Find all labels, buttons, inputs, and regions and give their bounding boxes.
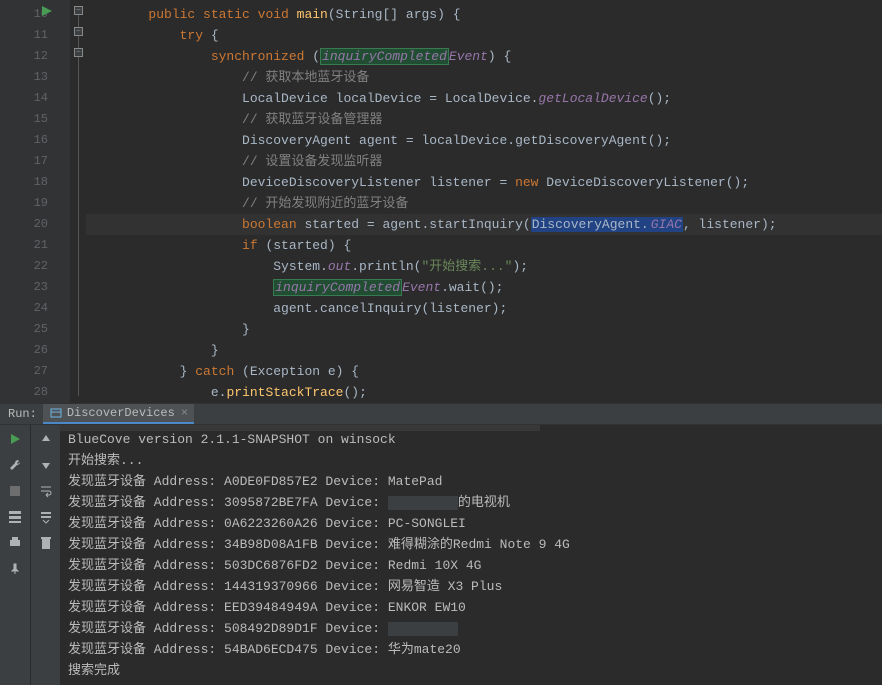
up-icon[interactable]: [38, 431, 54, 447]
wrench-icon[interactable]: [7, 457, 23, 473]
console-line: 发现蓝牙设备 Address: 503DC6876FD2 Device: Red…: [68, 555, 874, 576]
redacted-text: [388, 496, 458, 510]
run-gutter-icon[interactable]: [42, 6, 52, 20]
console-line: 发现蓝牙设备 Address: EED39484949A Device: ENK…: [68, 597, 874, 618]
gutter: 10111213141516171819202122232425262728: [0, 0, 70, 403]
line-number: 18: [0, 172, 48, 193]
code-line[interactable]: }: [86, 340, 882, 361]
run-label: Run:: [8, 407, 37, 421]
code-line[interactable]: DeviceDiscoveryListener listener = new D…: [86, 172, 882, 193]
line-number: 16: [0, 130, 48, 151]
run-toolbar-secondary: [30, 425, 60, 685]
console-line: 发现蓝牙设备 Address: 54BAD6ECD475 Device: 华为m…: [68, 639, 874, 660]
line-number: 17: [0, 151, 48, 172]
line-number: 11: [0, 25, 48, 46]
close-icon[interactable]: ×: [181, 406, 188, 420]
line-number: 23: [0, 277, 48, 298]
code-line[interactable]: LocalDevice localDevice = LocalDevice.ge…: [86, 88, 882, 109]
line-number: 14: [0, 88, 48, 109]
console-output[interactable]: BlueCove version 2.1.1-SNAPSHOT on winso…: [60, 425, 882, 685]
redacted-text: [388, 622, 458, 636]
code-line[interactable]: public static void main(String[] args) {: [86, 4, 882, 25]
down-icon[interactable]: [38, 457, 54, 473]
code-line[interactable]: // 获取蓝牙设备管理器: [86, 109, 882, 130]
code-line[interactable]: inquiryCompletedEvent.wait();: [86, 277, 882, 298]
line-number: 20: [0, 214, 48, 235]
line-numbers: 10111213141516171819202122232425262728: [0, 0, 70, 403]
line-number: 28: [0, 382, 48, 403]
code-line[interactable]: e.printStackTrace();: [86, 382, 882, 403]
console-line: BlueCove version 2.1.1-SNAPSHOT on winso…: [68, 429, 874, 450]
console-line: 开始搜索...: [68, 450, 874, 471]
code-content[interactable]: public static void main(String[] args) {…: [70, 0, 882, 403]
console-line: 发现蓝牙设备 Address: 508492D89D1F Device:: [68, 618, 874, 639]
line-number: 19: [0, 193, 48, 214]
console-line: 搜索完成: [68, 660, 874, 681]
scroll-to-end-icon[interactable]: [38, 509, 54, 525]
console-line: 发现蓝牙设备 Address: 34B98D08A1FB Device: 难得糊…: [68, 534, 874, 555]
line-number: 13: [0, 67, 48, 88]
code-editor[interactable]: 10111213141516171819202122232425262728 −…: [0, 0, 882, 403]
line-number: 12: [0, 46, 48, 67]
app-icon: [49, 406, 63, 420]
code-line[interactable]: try {: [86, 25, 882, 46]
layout-icon[interactable]: [7, 509, 23, 525]
code-line[interactable]: System.out.println("开始搜索...");: [86, 256, 882, 277]
console-line: 发现蓝牙设备 Address: A0DE0FD857E2 Device: Mat…: [68, 471, 874, 492]
code-line[interactable]: // 获取本地蓝牙设备: [86, 67, 882, 88]
line-number: 27: [0, 361, 48, 382]
code-line[interactable]: DiscoveryAgent agent = localDevice.getDi…: [86, 130, 882, 151]
run-toolbar-primary: [0, 425, 30, 685]
line-number: 10: [0, 4, 48, 25]
code-line[interactable]: agent.cancelInquiry(listener);: [86, 298, 882, 319]
code-line[interactable]: // 设置设备发现监听器: [86, 151, 882, 172]
print-icon[interactable]: [7, 535, 23, 551]
line-number: 22: [0, 256, 48, 277]
code-line[interactable]: synchronized (inquiryCompletedEvent) {: [86, 46, 882, 67]
run-header: Run: DiscoverDevices ×: [0, 404, 882, 425]
code-line[interactable]: // 开始发现附近的蓝牙设备: [86, 193, 882, 214]
console-line: 发现蓝牙设备 Address: 144319370966 Device: 网易智…: [68, 576, 874, 597]
code-line[interactable]: }: [86, 319, 882, 340]
console-line: 发现蓝牙设备 Address: 3095872BE7FA Device: 的电视…: [68, 492, 874, 513]
run-tab[interactable]: DiscoverDevices ×: [43, 404, 194, 424]
line-number: 25: [0, 319, 48, 340]
delete-icon[interactable]: [38, 535, 54, 551]
rerun-icon[interactable]: [7, 431, 23, 447]
line-number: 15: [0, 109, 48, 130]
run-panel: Run: DiscoverDevices × BlueCove version …: [0, 403, 882, 684]
line-number: 21: [0, 235, 48, 256]
stop-icon[interactable]: [7, 483, 23, 499]
pin-icon[interactable]: [7, 561, 23, 577]
code-line[interactable]: } catch (Exception e) {: [86, 361, 882, 382]
line-number: 24: [0, 298, 48, 319]
code-line[interactable]: if (started) {: [86, 235, 882, 256]
code-line[interactable]: boolean started = agent.startInquiry(Dis…: [86, 214, 882, 235]
soft-wrap-icon[interactable]: [38, 483, 54, 499]
line-number: 26: [0, 340, 48, 361]
console-line: 发现蓝牙设备 Address: 0A6223260A26 Device: PC-…: [68, 513, 874, 534]
